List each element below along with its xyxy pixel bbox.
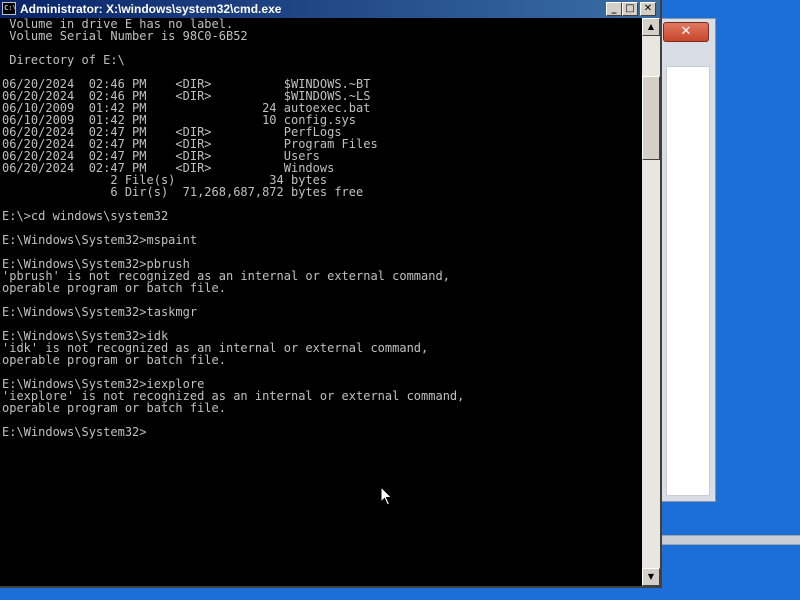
title-bar[interactable]: C:\ Administrator: X:\windows\system32\c… xyxy=(0,0,660,18)
close-button[interactable]: ✕ xyxy=(640,2,656,16)
vertical-scrollbar[interactable]: ▲ ▼ xyxy=(642,18,660,586)
console-line: operable program or batch file. xyxy=(2,281,226,295)
console-line: operable program or batch file. xyxy=(2,401,226,415)
console-line: operable program or batch file. xyxy=(2,353,226,367)
console-line: E:\Windows\System32>taskmgr xyxy=(2,305,198,319)
console-line: 6 Dir(s) 71,268,687,872 bytes free xyxy=(2,185,364,199)
cmd-icon[interactable]: C:\ xyxy=(2,2,17,15)
console-line: E:\>cd windows\system32 xyxy=(2,209,169,223)
background-window-content xyxy=(666,66,710,496)
cmd-window: C:\ Administrator: X:\windows\system32\c… xyxy=(0,0,662,588)
console-line: Directory of E:\ xyxy=(2,53,125,67)
scroll-down-arrow-icon[interactable]: ▼ xyxy=(642,568,660,586)
maximize-button[interactable]: □ xyxy=(622,2,638,16)
console-output[interactable]: Volume in drive E has no label. Volume S… xyxy=(0,18,642,586)
scroll-up-arrow-icon[interactable]: ▲ xyxy=(642,18,660,36)
console-text: Volume in drive E has no label. Volume S… xyxy=(0,18,642,438)
scrollbar-thumb[interactable] xyxy=(642,76,660,160)
console-line: Volume Serial Number is 98C0-6B52 xyxy=(2,29,248,43)
console-line: E:\Windows\System32>mspaint xyxy=(2,233,198,247)
minimize-button[interactable]: _ xyxy=(606,2,622,16)
console-line: E:\Windows\System32> xyxy=(2,425,147,439)
window-title: Administrator: X:\windows\system32\cmd.e… xyxy=(20,2,282,16)
background-window-strip xyxy=(660,535,800,545)
mouse-pointer-icon xyxy=(380,486,393,506)
background-window-close-button[interactable]: ✕ xyxy=(663,22,709,42)
